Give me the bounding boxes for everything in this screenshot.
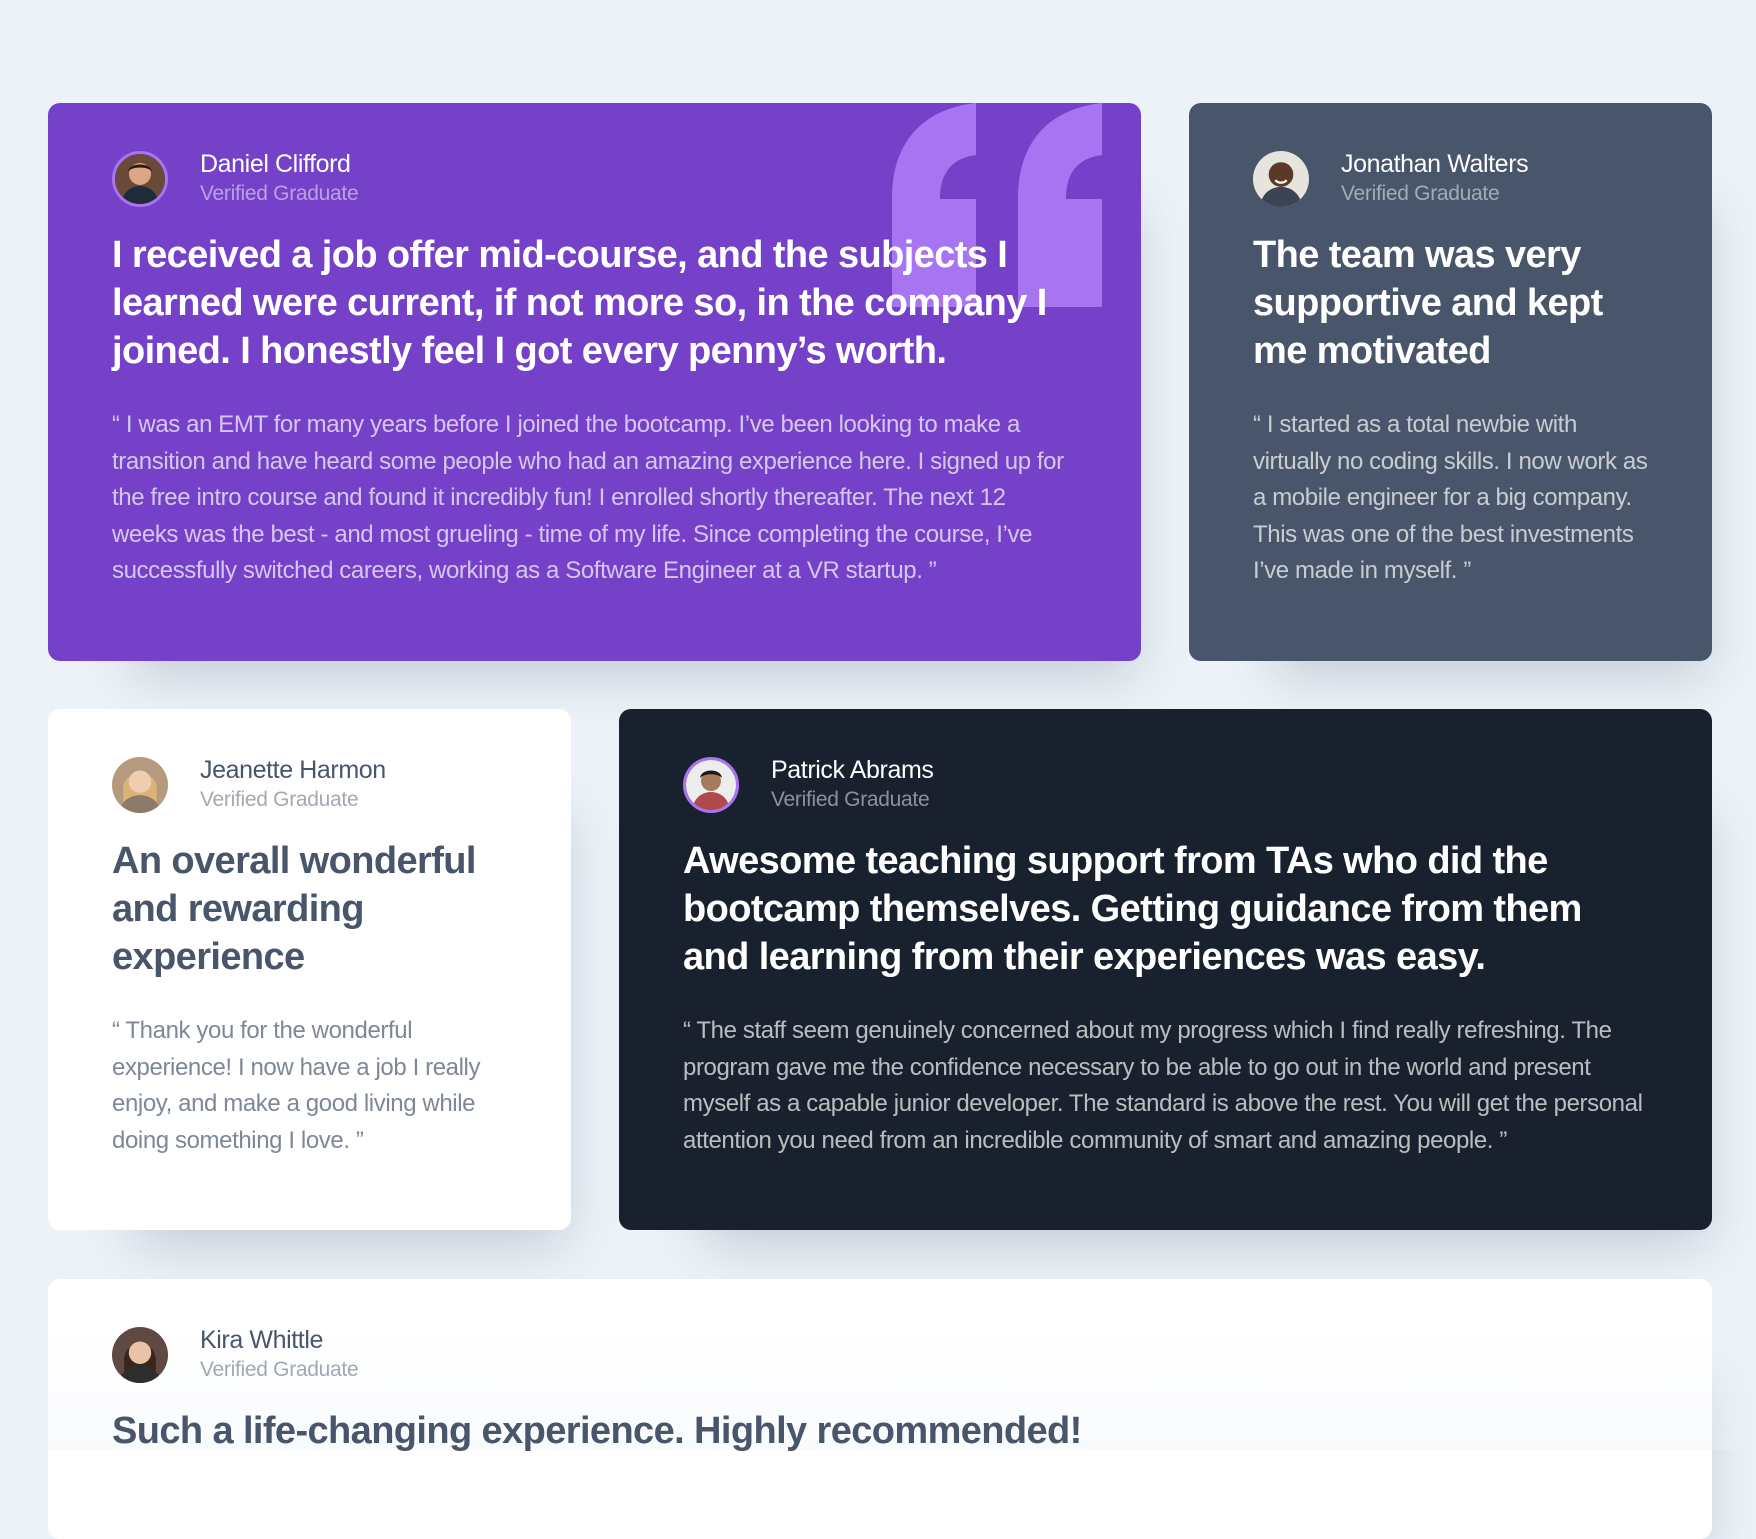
kira-avatar-icon (112, 1327, 168, 1383)
author-role: Verified Graduate (771, 788, 930, 811)
patrick-avatar-icon (683, 757, 739, 813)
testimonial-card-patrick: Patrick Abrams Verified Graduate Awesome… (619, 709, 1712, 1230)
author-name: Jeanette Harmon (200, 756, 386, 784)
author-info: Patrick Abrams Verified Graduate (683, 756, 1648, 813)
testimonial-card-jonathan: Jonathan Walters Verified Graduate The t… (1189, 103, 1712, 661)
author-info: Jeanette Harmon Verified Graduate (112, 756, 507, 813)
testimonial-card-kira: Kira Whittle Verified Graduate Such a li… (48, 1279, 1712, 1539)
author-role: Verified Graduate (200, 788, 359, 811)
author-role: Verified Graduate (200, 1358, 359, 1381)
author-info: Jonathan Walters Verified Graduate (1253, 150, 1648, 207)
testimonial-headline: I received a job offer mid-course, and t… (112, 234, 1047, 372)
testimonial-card-daniel: Daniel Clifford Verified Graduate I rece… (48, 103, 1141, 661)
testimonial-headline: The team was very supportive and kept me… (1253, 234, 1603, 372)
author-role: Verified Graduate (1341, 182, 1500, 205)
testimonials-grid: Daniel Clifford Verified Graduate I rece… (0, 0, 1756, 1539)
author-name: Jonathan Walters (1341, 150, 1529, 178)
testimonial-headline: An overall wonderful and rewarding exper… (112, 840, 476, 978)
testimonial-quote: “ I started as a total newbie with virtu… (1253, 411, 1648, 584)
testimonial-quote: “ I was an EMT for many years before I j… (112, 411, 1064, 584)
author-name: Patrick Abrams (771, 756, 934, 784)
jeanette-avatar-icon (112, 757, 168, 813)
author-role: Verified Graduate (200, 182, 359, 205)
author-info: Kira Whittle Verified Graduate (112, 1326, 1648, 1383)
author-name: Kira Whittle (200, 1326, 324, 1354)
daniel-avatar-icon (112, 151, 168, 207)
jonathan-avatar-icon (1253, 151, 1309, 207)
testimonial-card-jeanette: Jeanette Harmon Verified Graduate An ove… (48, 709, 571, 1230)
author-name: Daniel Clifford (200, 150, 351, 178)
testimonial-quote: “ The staff seem genuinely concerned abo… (683, 1017, 1643, 1154)
testimonial-headline: Awesome teaching support from TAs who di… (683, 840, 1582, 978)
testimonial-quote: “ Thank you for the wonderful experience… (112, 1017, 481, 1154)
testimonial-headline: Such a life-changing experience. Highly … (112, 1410, 1082, 1452)
author-info: Daniel Clifford Verified Graduate (112, 150, 1077, 207)
